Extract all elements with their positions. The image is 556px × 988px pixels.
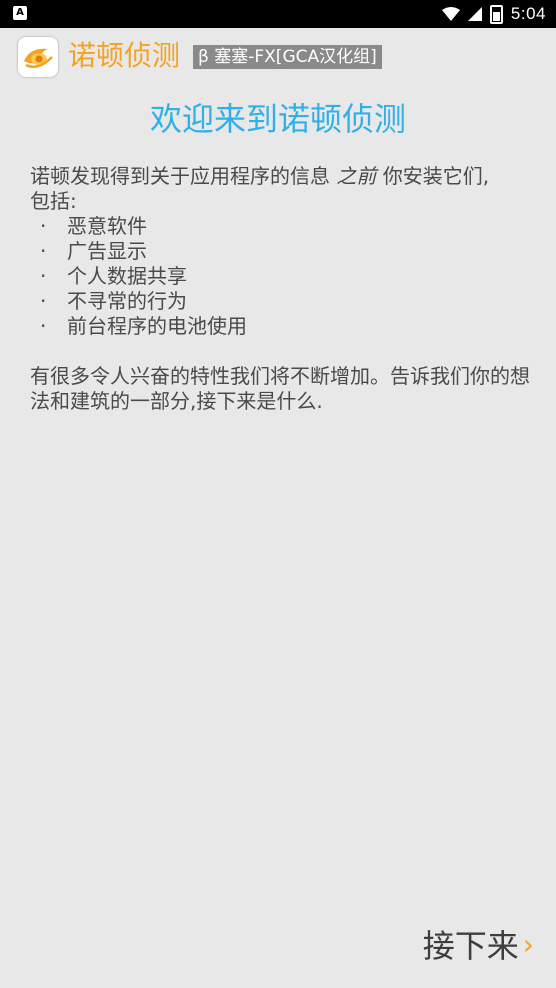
chevron-right-icon: ›	[522, 927, 534, 961]
status-icons: 5:04	[441, 0, 546, 28]
app-logo	[18, 37, 58, 77]
wifi-icon	[441, 7, 460, 21]
next-button-label: 接下来	[422, 927, 519, 965]
closing-text: 有很多令人兴奋的特性我们将不断增加。告诉我们你的想法和建筑的一部分,接下来是什么…	[30, 364, 530, 413]
battery-icon	[489, 4, 503, 24]
list-item: 恶意软件	[30, 214, 530, 239]
intro-content: 诺顿发现得到关于应用程序的信息 之前 你安装它们, 包括: 恶意软件 广告显示 …	[30, 164, 530, 414]
app-title: 诺顿侦测	[68, 39, 181, 72]
list-item: 不寻常的行为	[30, 289, 530, 314]
next-button[interactable]: 接下来 ›	[423, 920, 534, 968]
status-time: 5:04	[510, 4, 546, 23]
norton-eye-icon	[24, 48, 53, 68]
feature-list: 恶意软件 广告显示 个人数据共享 不寻常的行为 前台程序的电池使用	[30, 214, 530, 339]
list-item: 个人数据共享	[30, 264, 530, 289]
intro-text-after: 你安装它们,	[376, 164, 490, 188]
intro-emphasis: 之前	[336, 164, 377, 188]
beta-badge: β 塞塞-FX[GCA汉化组]	[193, 45, 382, 69]
list-item: 前台程序的电池使用	[30, 314, 530, 339]
status-bar: A 5:04	[0, 0, 556, 28]
intro-text-before: 诺顿发现得到关于应用程序的信息	[30, 164, 337, 188]
app-header: 诺顿侦测 β 塞塞-FX[GCA汉化组]	[0, 28, 556, 86]
signal-icon	[467, 7, 482, 21]
notification-icon: A	[13, 6, 27, 20]
list-item: 广告显示	[30, 239, 530, 264]
welcome-title: 欢迎来到诺顿侦测	[149, 100, 406, 138]
intro-text: 诺顿发现得到关于应用程序的信息 之前 你安装它们,	[30, 164, 530, 189]
intro-text-line2: 包括:	[30, 189, 77, 213]
